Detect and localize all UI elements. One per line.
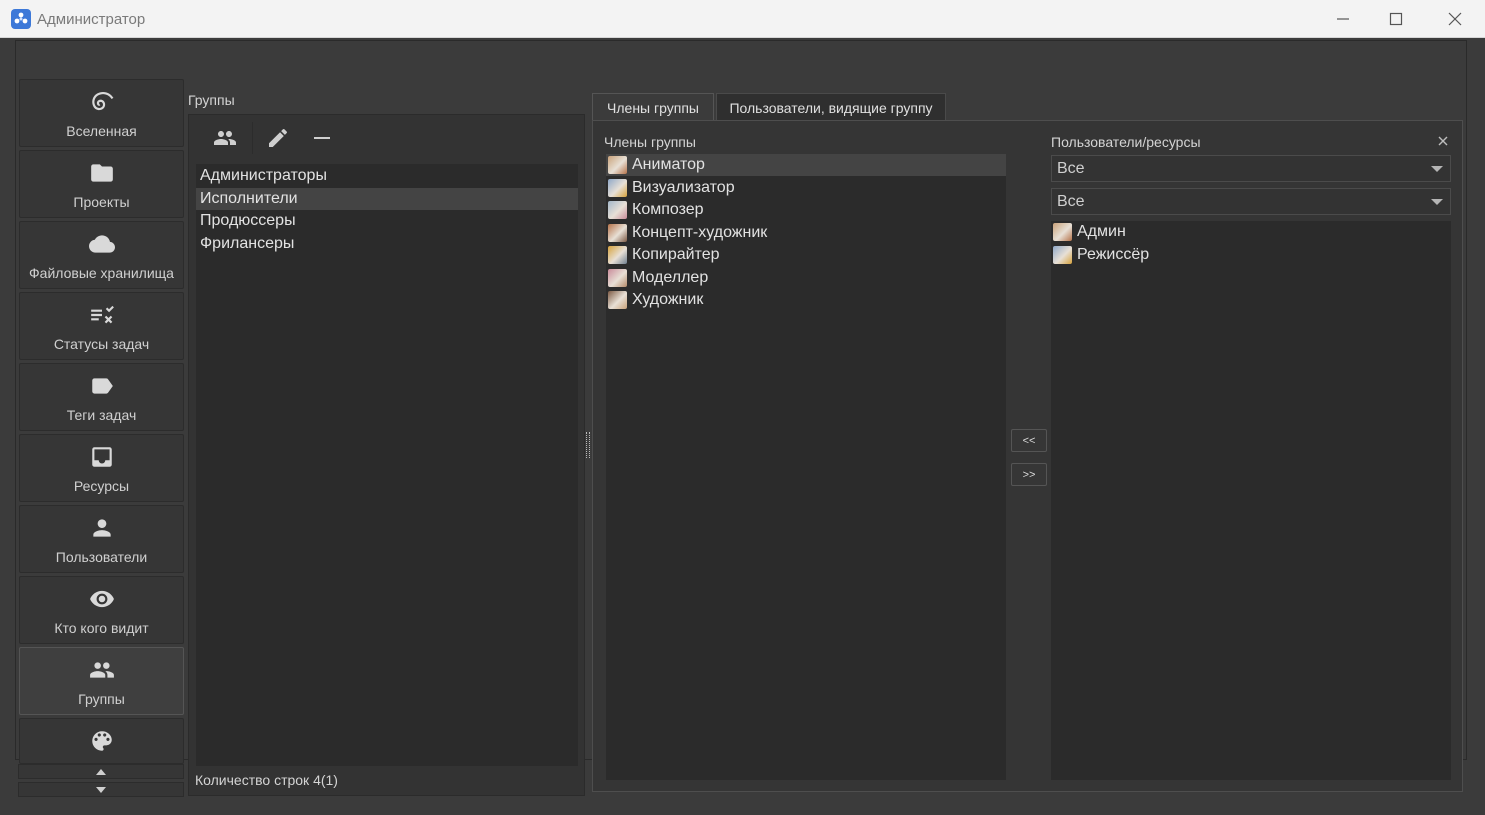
sidebar-item-label: Пользователи (55, 549, 148, 565)
user-list-item[interactable]: Админ (1051, 221, 1451, 243)
title-bar: Администратор (0, 0, 1485, 38)
chevron-down-icon (1431, 166, 1443, 172)
member-list-item[interactable]: Визуализатор (606, 177, 1006, 199)
tab-users-seeing-group[interactable]: Пользователи, видящие группу (716, 93, 946, 121)
toolbar-separator (252, 122, 253, 154)
member-list-item-label: Моделлер (632, 268, 709, 286)
member-list-item-label: Концепт-художник (632, 223, 768, 241)
edit-group-button[interactable] (258, 122, 298, 154)
groups-list[interactable]: Администраторы Исполнители Продюссеры Фрила… (196, 164, 578, 766)
inbox-icon (89, 444, 115, 470)
members-label: Члены группы (604, 134, 696, 150)
member-list-item-label: Художник (632, 291, 704, 308)
members-list[interactable]: Аниматор Визуализатор Композер Концепт-худо… (606, 154, 1006, 780)
sidebar-item-9[interactable] (19, 718, 184, 764)
folder-icon (89, 160, 115, 186)
sidebar-item-5[interactable]: Ресурсы (19, 434, 184, 502)
user-list-item-label: Админ (1077, 223, 1126, 240)
add-group-button[interactable] (205, 122, 245, 154)
sidebar-item-label: Теги задач (66, 407, 137, 423)
filter-dropdown-2[interactable]: Все (1051, 188, 1451, 215)
member-list-item[interactable]: Концепт-художник (606, 222, 1006, 244)
member-list-item[interactable]: Копирайтер (606, 244, 1006, 266)
users-resources-label: Пользователи/ресурсы (1051, 134, 1201, 150)
avatar (608, 246, 627, 264)
close-panel-button[interactable] (1436, 134, 1450, 148)
sidebar-item-label: Ресурсы (73, 478, 130, 494)
member-list-item[interactable]: Моделлер (606, 267, 1006, 289)
member-list-item-label: Аниматор (632, 156, 705, 173)
sidebar-item-2[interactable]: Файловые хранилища (19, 221, 184, 289)
filter-dropdown-2-value: Все (1057, 193, 1085, 210)
remove-member-button[interactable]: >> (1011, 463, 1047, 486)
sidebar-item-0[interactable]: Вселенная (19, 79, 184, 147)
member-list-item-label: Композер (632, 201, 704, 218)
nav-scroll-up-button[interactable] (18, 764, 184, 779)
member-list-item[interactable]: Композер (606, 199, 1006, 221)
member-list-item-label: Визуализатор (632, 178, 735, 196)
member-list-item[interactable]: Аниматор (606, 154, 1006, 176)
sidebar-item-label: Кто кого видит (54, 620, 149, 636)
groups-panel-title: Группы (188, 92, 235, 108)
avatar (608, 268, 627, 287)
spiral-icon (89, 89, 115, 115)
sidebar-item-4[interactable]: Теги задач (19, 363, 184, 431)
filter-dropdown-1-value: Все (1057, 160, 1085, 177)
cloud-icon (88, 231, 115, 257)
remove-group-button[interactable] (302, 122, 342, 154)
group-list-item[interactable]: Администраторы (196, 165, 578, 187)
eye-icon (89, 586, 115, 612)
app-window: Администратор Вселенная Проекты Файловые х… (0, 0, 1485, 815)
app-logo-icon (11, 9, 31, 29)
avatar (608, 201, 627, 219)
avatar (1053, 245, 1072, 264)
close-icon (1438, 136, 1448, 146)
avatar (608, 156, 627, 174)
window-title: Администратор (37, 11, 146, 28)
sidebar-item-label: Проекты (73, 194, 130, 210)
avatar (608, 291, 627, 309)
splitter-handle[interactable] (586, 432, 590, 458)
chevron-down-icon (96, 786, 106, 793)
users-resources-list[interactable]: Админ Режиссёр (1051, 221, 1451, 780)
filter-dropdown-1[interactable]: Все (1051, 155, 1451, 182)
member-list-item[interactable]: Художник (606, 289, 1006, 311)
chevron-down-icon (1431, 199, 1443, 205)
user-list-item-label: Режиссёр (1077, 245, 1150, 263)
tag-icon (89, 373, 115, 399)
sidebar-item-7[interactable]: Кто кого видит (19, 576, 184, 644)
minus-icon (314, 137, 330, 139)
avatar (608, 223, 627, 242)
row-count-label: Количество строк 4(1) (195, 772, 338, 788)
avatar (1053, 223, 1072, 241)
sidebar-item-label: Статусы задач (53, 336, 150, 352)
sidebar-item-8[interactable]: Группы (19, 647, 184, 715)
maximize-button[interactable] (1373, 6, 1419, 32)
member-list-item-label: Копирайтер (632, 246, 720, 263)
person-icon (89, 515, 115, 541)
sidebar-item-6[interactable]: Пользователи (19, 505, 184, 573)
sidebar-item-3[interactable]: Статусы задач (19, 292, 184, 360)
sidebar-item-label: Вселенная (66, 123, 137, 139)
close-window-button[interactable] (1432, 6, 1478, 32)
nav-scroll-down-button[interactable] (18, 782, 184, 797)
group-list-item[interactable]: Продюссеры (196, 210, 578, 232)
group-list-item[interactable]: Фрилансеры (196, 233, 578, 255)
group-list-item[interactable]: Исполнители (196, 187, 578, 210)
chevron-up-icon (96, 768, 106, 775)
minimize-button[interactable] (1320, 6, 1366, 32)
people-icon (214, 131, 236, 145)
tab-members[interactable]: Члены группы (592, 93, 714, 121)
people-icon (89, 657, 115, 683)
palette-icon (89, 728, 115, 754)
sidebar-item-label: Группы (78, 691, 125, 707)
sidebar-item-1[interactable]: Проекты (19, 150, 184, 218)
pencil-icon (269, 128, 288, 147)
user-list-item[interactable]: Режиссёр (1051, 244, 1451, 266)
add-member-button[interactable]: << (1011, 429, 1047, 452)
avatar (608, 178, 627, 197)
sidebar-item-label: Файловые хранилища (29, 265, 174, 281)
task-status-icon (89, 302, 115, 328)
